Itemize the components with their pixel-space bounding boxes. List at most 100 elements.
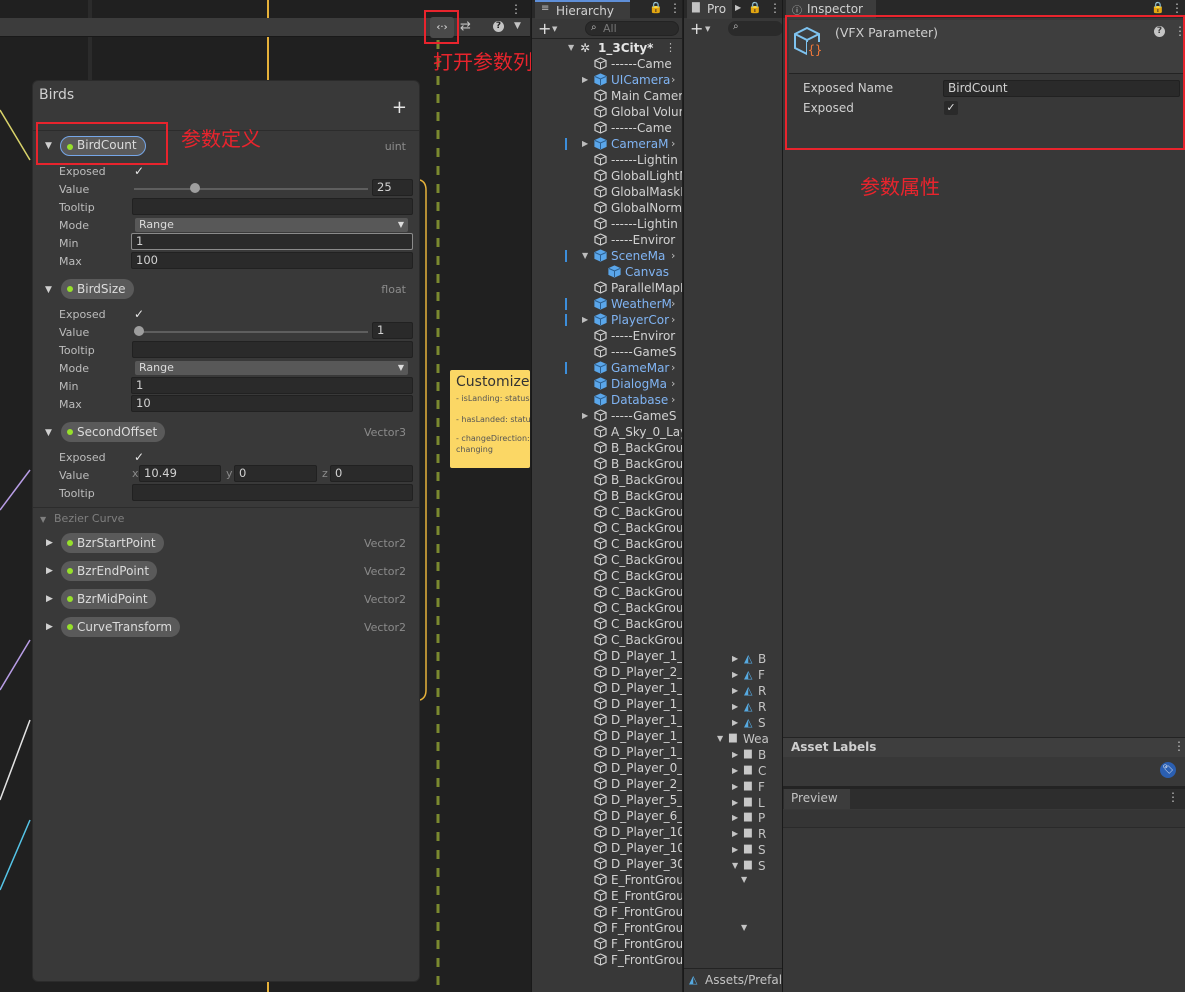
more-menu-icon[interactable]: ⋮ bbox=[669, 1, 681, 15]
chevron-right-icon[interactable]: › bbox=[671, 248, 675, 264]
hierarchy-item[interactable]: ParallelMapM bbox=[532, 280, 682, 296]
expand-arrow-icon[interactable]: ▶ bbox=[732, 750, 738, 759]
project-tree-item[interactable]: ▶ ◭ R bbox=[684, 684, 782, 700]
expand-arrow-icon[interactable]: ▶ bbox=[46, 538, 53, 548]
hierarchy-item[interactable]: C_BackGrou bbox=[532, 520, 682, 536]
expand-arrow-icon[interactable]: ▶ bbox=[732, 718, 738, 727]
min-field[interactable]: 1 bbox=[131, 377, 413, 394]
hierarchy-item[interactable]: -----Enviror bbox=[532, 232, 682, 248]
sticky-note[interactable]: Customize - isLanding: status - hasLande… bbox=[450, 370, 530, 468]
hierarchy-item[interactable]: E_FrontGrou bbox=[532, 888, 682, 904]
expand-arrow-icon[interactable]: ▶ bbox=[46, 622, 53, 632]
hierarchy-item[interactable]: F_FrontGrou bbox=[532, 936, 682, 952]
lock-icon[interactable]: 🔒 bbox=[649, 1, 663, 14]
hierarchy-item[interactable]: Database › bbox=[532, 392, 682, 408]
project-tree-item[interactable]: ▼ ▆ S bbox=[684, 859, 782, 875]
more-menu-icon[interactable]: ⋮ bbox=[769, 1, 781, 15]
hierarchy-item[interactable]: ------Lightin bbox=[532, 152, 682, 168]
lock-icon[interactable]: 🔒 bbox=[748, 1, 762, 14]
hierarchy-item[interactable]: D_Player_10_ bbox=[532, 840, 682, 856]
hierarchy-item[interactable]: E_FrontGrou bbox=[532, 872, 682, 888]
hierarchy-item[interactable]: GlobalLightM bbox=[532, 168, 682, 184]
hierarchy-item[interactable]: ▶ CameraM › bbox=[532, 136, 682, 152]
max-field[interactable]: 10 bbox=[131, 395, 413, 412]
hierarchy-item[interactable]: D_Player_1_L bbox=[532, 728, 682, 744]
collapse-arrow-icon[interactable]: ▼ bbox=[741, 875, 747, 884]
value-slider-thumb[interactable] bbox=[134, 326, 144, 336]
parameter-pill-birdsize[interactable]: BirdSize bbox=[61, 279, 134, 299]
expand-arrow-icon[interactable]: ▶ bbox=[732, 654, 738, 663]
project-tree-item[interactable]: ▶ ▆ P bbox=[684, 811, 782, 827]
mode-dropdown[interactable]: Range ▼ bbox=[135, 218, 408, 232]
hierarchy-item[interactable]: C_BackGrou bbox=[532, 504, 682, 520]
expand-arrow-icon[interactable]: ▶ bbox=[46, 566, 53, 576]
hierarchy-item[interactable]: D_Player_1_L bbox=[532, 648, 682, 664]
collapse-arrow-icon[interactable]: ▼ bbox=[741, 923, 747, 932]
project-tree-item[interactable]: ▶ ◭ R bbox=[684, 700, 782, 716]
expand-arrow-icon[interactable]: ▶ bbox=[732, 813, 738, 822]
hierarchy-item[interactable]: -----GameS bbox=[532, 344, 682, 360]
hierarchy-item[interactable]: B_BackGrou bbox=[532, 440, 682, 456]
collapse-arrow-icon[interactable]: ▼ bbox=[45, 285, 52, 295]
expand-arrow-icon[interactable]: ▶ bbox=[732, 670, 738, 679]
hierarchy-item[interactable]: GlobalMaskL bbox=[532, 184, 682, 200]
dropdown-arrow-icon[interactable]: ▼ bbox=[552, 25, 557, 33]
expand-arrow-icon[interactable]: ▶ bbox=[732, 845, 738, 854]
project-tree-item[interactable]: ▼ ▆ Wea bbox=[684, 732, 782, 748]
expand-arrow-icon[interactable]: ▶ bbox=[582, 136, 588, 152]
exposed-checkbox[interactable]: ✓ bbox=[134, 450, 148, 464]
project-tree-item[interactable]: ▶ ▆ F bbox=[684, 780, 782, 796]
hierarchy-item[interactable]: B_BackGrou bbox=[532, 488, 682, 504]
hierarchy-item[interactable]: D_Player_1_L bbox=[532, 696, 682, 712]
hierarchy-item[interactable]: C_BackGrou bbox=[532, 568, 682, 584]
hierarchy-item[interactable]: ▶ -----GameS bbox=[532, 408, 682, 424]
project-tree-item[interactable]: ▶ ▆ S bbox=[684, 843, 782, 859]
hierarchy-item[interactable]: C_BackGrou bbox=[532, 584, 682, 600]
scene-row[interactable]: ▼ ✲ 1_3City* ⋮ bbox=[532, 40, 682, 56]
hierarchy-item[interactable]: ▶ UICamera › bbox=[532, 72, 682, 88]
hierarchy-item[interactable]: ▶ PlayerCor › bbox=[532, 312, 682, 328]
hierarchy-item[interactable]: ------Came bbox=[532, 120, 682, 136]
hierarchy-item[interactable]: D_Player_6_L bbox=[532, 808, 682, 824]
chevron-right-icon[interactable]: › bbox=[671, 392, 675, 408]
hierarchy-item[interactable]: C_BackGrou bbox=[532, 600, 682, 616]
hierarchy-item[interactable]: D_Player_10_ bbox=[532, 824, 682, 840]
hierarchy-item[interactable]: C_BackGrou bbox=[532, 616, 682, 632]
expand-arrow-icon[interactable]: ▶ bbox=[732, 829, 738, 838]
chevron-right-icon[interactable]: › bbox=[671, 312, 675, 328]
hierarchy-item[interactable]: C_BackGrou bbox=[532, 552, 682, 568]
expand-arrow-icon[interactable]: ▶ bbox=[735, 3, 741, 12]
y-field[interactable]: 0 bbox=[234, 465, 317, 482]
value-slider-track[interactable] bbox=[134, 331, 368, 333]
chevron-right-icon[interactable]: › bbox=[671, 376, 675, 392]
expand-arrow-icon[interactable]: ▶ bbox=[732, 782, 738, 791]
hierarchy-item[interactable]: ▼ SceneMa › bbox=[532, 248, 682, 264]
exposed-checkbox[interactable]: ✓ bbox=[134, 307, 148, 321]
hierarchy-item[interactable]: A_Sky_0_Lay bbox=[532, 424, 682, 440]
collapse-arrow-icon[interactable]: ▼ bbox=[45, 428, 52, 438]
project-tree-item[interactable]: ▶ ◭ F bbox=[684, 668, 782, 684]
help-icon[interactable]: ? bbox=[493, 21, 504, 32]
project-tree-item[interactable]: ▶ ◭ S bbox=[684, 716, 782, 732]
hierarchy-item[interactable]: D_Player_1_L bbox=[532, 680, 682, 696]
hierarchy-item[interactable]: F_FrontGrou bbox=[532, 904, 682, 920]
hierarchy-item[interactable]: DialogMa › bbox=[532, 376, 682, 392]
collapse-arrow-icon[interactable]: ▼ bbox=[582, 248, 588, 264]
hierarchy-item[interactable]: B_BackGrou bbox=[532, 456, 682, 472]
more-menu-icon[interactable]: ⋮ bbox=[1173, 739, 1185, 753]
chevron-right-icon[interactable]: › bbox=[671, 136, 675, 152]
mode-dropdown[interactable]: Range ▼ bbox=[135, 361, 408, 375]
hierarchy-item[interactable]: D_Player_1_L bbox=[532, 712, 682, 728]
label-tag-icon[interactable]: 🏷 bbox=[1160, 762, 1176, 778]
value-slider-thumb[interactable] bbox=[190, 183, 200, 193]
expand-arrow-icon[interactable]: ▶ bbox=[732, 798, 738, 807]
project-search-input[interactable]: ⌕ bbox=[728, 21, 782, 36]
parameter-pill-bzrstartpoint[interactable]: BzrStartPoint bbox=[61, 533, 164, 553]
chevron-right-icon[interactable]: › bbox=[671, 72, 675, 88]
hierarchy-item[interactable]: Canvas bbox=[532, 264, 682, 280]
tab-project[interactable]: ▇ Pro bbox=[687, 0, 732, 19]
expand-arrow-icon[interactable]: ▶ bbox=[732, 766, 738, 775]
category-header[interactable]: Bezier Curve bbox=[54, 512, 124, 525]
expand-arrow-icon[interactable]: ▶ bbox=[582, 72, 588, 88]
more-menu-icon[interactable]: ⋮ bbox=[1167, 790, 1179, 804]
